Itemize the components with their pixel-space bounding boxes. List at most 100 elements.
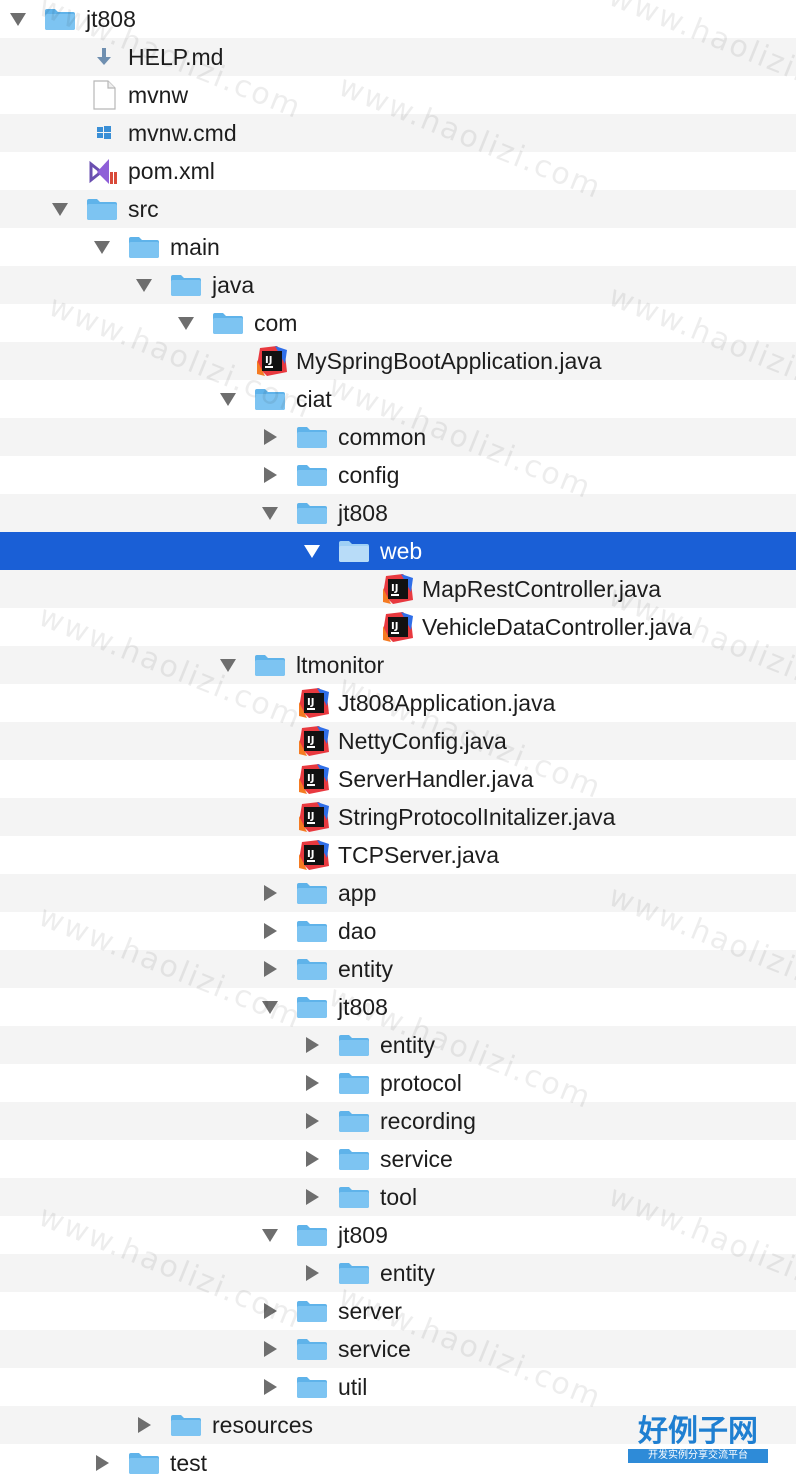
tree-row[interactable]: IJ NettyConfig.java — [0, 722, 796, 760]
tree-row[interactable]: IJ MapRestController.java — [0, 570, 796, 608]
tree-row[interactable]: com — [0, 304, 796, 342]
java-file-icon: IJ — [256, 346, 288, 376]
disclosure-expanded-icon[interactable] — [260, 503, 280, 523]
disclosure-collapsed-icon[interactable] — [302, 1111, 322, 1131]
tree-row[interactable]: jt809 — [0, 1216, 796, 1254]
tree-row[interactable]: server — [0, 1292, 796, 1330]
java-file-icon: IJ — [382, 612, 414, 642]
disclosure-expanded-icon[interactable] — [8, 9, 28, 29]
tree-row[interactable]: IJ TCPServer.java — [0, 836, 796, 874]
svg-text:IJ: IJ — [391, 583, 398, 594]
tree-row-label: mvnw — [128, 82, 189, 108]
tree-row[interactable]: IJ Jt808Application.java — [0, 684, 796, 722]
tree-row[interactable]: jt808 — [0, 494, 796, 532]
disclosure-expanded-icon[interactable] — [92, 237, 112, 257]
folder-icon — [128, 1450, 160, 1476]
disclosure-collapsed-icon[interactable] — [260, 1339, 280, 1359]
disclosure-expanded-icon[interactable] — [260, 1225, 280, 1245]
disclosure-expanded-icon[interactable] — [176, 313, 196, 333]
tree-row-label: test — [170, 1450, 208, 1476]
tree-row[interactable]: tool — [0, 1178, 796, 1216]
tree-row-label: service — [338, 1336, 411, 1362]
disclosure-collapsed-icon[interactable] — [302, 1073, 322, 1093]
disclosure-collapsed-icon[interactable] — [302, 1035, 322, 1055]
disclosure-expanded-icon[interactable] — [260, 997, 280, 1017]
disclosure-collapsed-icon[interactable] — [260, 427, 280, 447]
disclosure-collapsed-icon[interactable] — [260, 921, 280, 941]
tree-row-label: NettyConfig.java — [338, 728, 507, 754]
tree-row[interactable]: IJ VehicleDataController.java — [0, 608, 796, 646]
tree-row[interactable]: recording — [0, 1102, 796, 1140]
tree-row-label: jt808 — [338, 994, 388, 1020]
folder-icon — [338, 1146, 370, 1172]
tree-row[interactable]: service — [0, 1330, 796, 1368]
tree-row[interactable]: IJ ServerHandler.java — [0, 760, 796, 798]
tree-row[interactable]: web — [0, 532, 796, 570]
folder-icon — [254, 652, 286, 678]
disclosure-expanded-icon[interactable] — [134, 275, 154, 295]
tree-row[interactable]: util — [0, 1368, 796, 1406]
tree-row[interactable]: app — [0, 874, 796, 912]
tree-row-label: common — [338, 424, 427, 450]
folder-icon — [338, 538, 370, 564]
java-file-icon: IJ — [298, 764, 330, 794]
tree-row[interactable]: entity — [0, 950, 796, 988]
tree-row[interactable]: src — [0, 190, 796, 228]
tree-row-label: entity — [338, 956, 393, 982]
tree-row[interactable]: mvnw.cmd — [0, 114, 796, 152]
folder-icon — [338, 1032, 370, 1058]
disclosure-collapsed-icon[interactable] — [302, 1263, 322, 1283]
tree-row[interactable]: mvnw — [0, 76, 796, 114]
logo-sub-text: 开发实例分享交流平台 — [628, 1449, 768, 1463]
tree-row[interactable]: main — [0, 228, 796, 266]
tree-row[interactable]: jt808 — [0, 0, 796, 38]
folder-icon — [170, 272, 202, 298]
disclosure-collapsed-icon[interactable] — [302, 1187, 322, 1207]
tree-row[interactable]: entity — [0, 1254, 796, 1292]
file-icon — [88, 80, 120, 110]
tree-row-label: java — [212, 272, 255, 298]
tree-row[interactable]: ltmonitor — [0, 646, 796, 684]
xml-file-icon — [88, 158, 120, 184]
svg-text:IJ: IJ — [391, 621, 398, 632]
disclosure-expanded-icon[interactable] — [302, 541, 322, 561]
disclosure-collapsed-icon[interactable] — [302, 1149, 322, 1169]
folder-icon — [296, 880, 328, 906]
tree-row-label: entity — [380, 1032, 435, 1058]
disclosure-expanded-icon[interactable] — [50, 199, 70, 219]
tree-row-label: resources — [212, 1412, 313, 1438]
tree-row[interactable]: protocol — [0, 1064, 796, 1102]
tree-row[interactable]: IJ StringProtocolInitalizer.java — [0, 798, 796, 836]
folder-icon — [254, 386, 286, 412]
tree-row[interactable]: pom.xml — [0, 152, 796, 190]
tree-row-label: jt808 — [338, 500, 388, 526]
tree-row[interactable]: common — [0, 418, 796, 456]
tree-row-label: dao — [338, 918, 377, 944]
disclosure-expanded-icon[interactable] — [218, 655, 238, 675]
tree-row-label: tool — [380, 1184, 418, 1210]
tree-row[interactable]: jt808 — [0, 988, 796, 1026]
tree-row[interactable]: service — [0, 1140, 796, 1178]
tree-row-label: service — [380, 1146, 453, 1172]
disclosure-collapsed-icon[interactable] — [260, 1301, 280, 1321]
tree-row[interactable]: config — [0, 456, 796, 494]
disclosure-collapsed-icon[interactable] — [260, 959, 280, 979]
tree-row[interactable]: java — [0, 266, 796, 304]
tree-row-label: recording — [380, 1108, 476, 1134]
disclosure-collapsed-icon[interactable] — [260, 883, 280, 903]
disclosure-collapsed-icon[interactable] — [260, 1377, 280, 1397]
svg-text:IJ: IJ — [265, 355, 272, 366]
disclosure-collapsed-icon[interactable] — [134, 1415, 154, 1435]
disclosure-expanded-icon[interactable] — [218, 389, 238, 409]
svg-text:IJ: IJ — [307, 697, 314, 708]
tree-row[interactable]: entity — [0, 1026, 796, 1064]
disclosure-collapsed-icon[interactable] — [92, 1453, 112, 1473]
folder-icon — [296, 918, 328, 944]
tree-row[interactable]: IJ MySpringBootApplication.java — [0, 342, 796, 380]
tree-row[interactable]: HELP.md — [0, 38, 796, 76]
tree-row-label: TCPServer.java — [338, 842, 500, 868]
tree-row[interactable]: dao — [0, 912, 796, 950]
tree-row[interactable]: ciat — [0, 380, 796, 418]
disclosure-collapsed-icon[interactable] — [260, 465, 280, 485]
markdown-file-icon — [88, 44, 120, 70]
